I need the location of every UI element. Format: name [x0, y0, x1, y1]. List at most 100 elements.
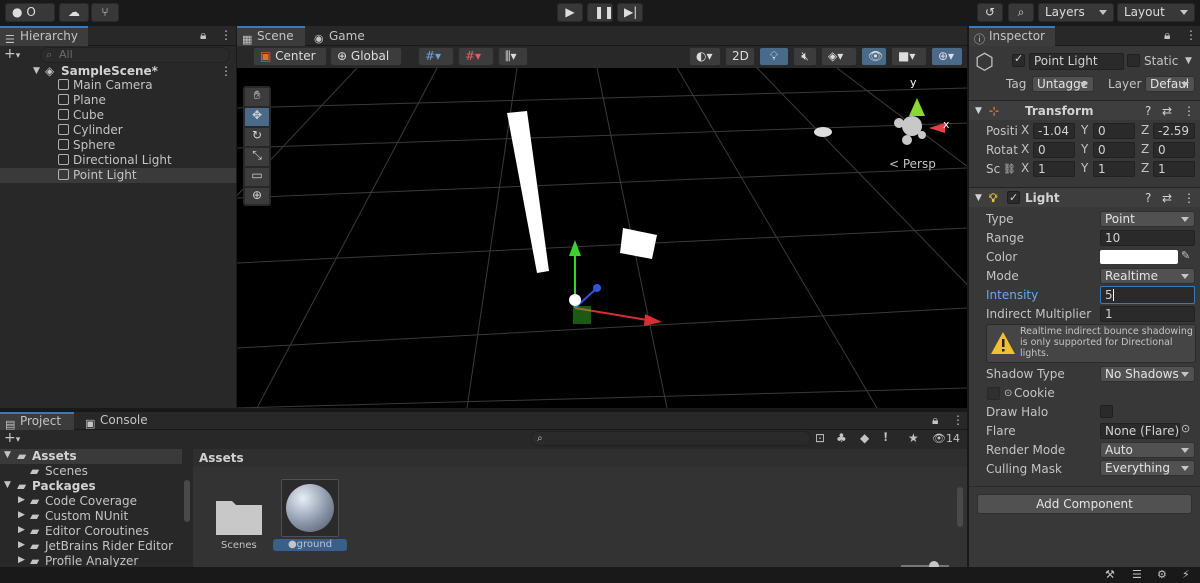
mode-dropdown[interactable]: Realtime: [1100, 268, 1195, 284]
hierarchy-item-plane[interactable]: Plane: [0, 93, 236, 108]
debug-icon[interactable]: ⚙: [1157, 568, 1167, 581]
preset-icon[interactable]: ⇄: [1162, 101, 1172, 121]
audio-toggle[interactable]: 🔇︎: [793, 47, 817, 66]
tree-item-code-coverage[interactable]: ▶ ▰ Code Coverage: [0, 494, 182, 509]
tree-item-editor-coroutines[interactable]: ▶ ▰ Editor Coroutines: [0, 524, 182, 539]
step-button[interactable]: ▶|: [617, 3, 643, 22]
scale-y-field[interactable]: 1: [1093, 161, 1135, 177]
shadow-type-dropdown[interactable]: No Shadows: [1100, 366, 1195, 382]
draw-halo-checkbox[interactable]: [1100, 405, 1113, 418]
caret-down-icon[interactable]: ▼: [975, 101, 982, 121]
caret-right-icon[interactable]: ▶: [18, 555, 25, 565]
lock-icon[interactable]: 🔒︎: [932, 413, 938, 428]
layout-dropdown[interactable]: Layout: [1117, 3, 1195, 22]
link-icon[interactable]: ⛓: [1003, 161, 1016, 178]
visibility-toggle[interactable]: 👁︎: [861, 47, 887, 66]
camera-dropdown[interactable]: ■▾: [891, 47, 927, 66]
tab-game[interactable]: ◉ Game: [309, 26, 371, 46]
object-name-field[interactable]: Point Light: [1029, 53, 1124, 70]
tree-item-jetbrains-rider-editor[interactable]: ▶ ▰ JetBrains Rider Editor: [0, 539, 182, 554]
rotation-x-field[interactable]: 0: [1033, 142, 1075, 158]
scale-z-field[interactable]: 1: [1153, 161, 1195, 177]
scene-view[interactable]: ▦ Scene ◉ Game ▣ Center ⊕ Global #▾ #▾ ⫼…: [237, 26, 967, 408]
tree-item-scenes[interactable]: ▰ Scenes: [0, 464, 182, 479]
tab-project[interactable]: ▤ Project: [0, 412, 74, 431]
caret-right-icon[interactable]: ▶: [18, 525, 25, 535]
light-enabled-checkbox[interactable]: ✓: [1007, 191, 1020, 204]
add-object-button[interactable]: +▾: [4, 47, 34, 63]
more-icon[interactable]: ⋮: [952, 413, 964, 427]
perspective-label[interactable]: < Persp: [889, 157, 936, 171]
effects-dropdown[interactable]: ◈▾: [821, 47, 857, 66]
flare-field[interactable]: None (Flare): [1100, 423, 1180, 439]
intensity-field[interactable]: 5: [1100, 286, 1195, 304]
orientation-gizmo[interactable]: [894, 98, 945, 145]
tree-item-packages[interactable]: ▼ ▰ Packages: [0, 479, 182, 494]
rotation-z-field[interactable]: 0: [1153, 142, 1195, 158]
pivot-rotation-dropdown[interactable]: ⊕ Global: [330, 47, 402, 66]
align-button[interactable]: ⫼▾: [498, 47, 528, 66]
lighting-toggle[interactable]: 💡︎: [759, 47, 789, 66]
active-checkbox[interactable]: ✓: [1012, 52, 1025, 67]
lock-icon[interactable]: 🔒︎: [200, 28, 206, 43]
tab-scene[interactable]: ▦ Scene: [237, 26, 305, 46]
more-icon[interactable]: ⋮: [220, 64, 232, 79]
eyedropper-icon[interactable]: ✎: [1181, 249, 1190, 262]
scene-row[interactable]: ▼ ◈ SampleScene* ⋮: [0, 64, 236, 79]
asset-scenes[interactable]: Scenes: [211, 487, 267, 551]
rotation-label[interactable]: Rotati: [986, 142, 1018, 159]
layer-dropdown[interactable]: Defaul: [1145, 76, 1195, 92]
caret-down-icon[interactable]: ▼: [975, 188, 982, 208]
tab-inspector[interactable]: ⓘ Inspector: [969, 26, 1055, 46]
more-icon[interactable]: ⋮: [220, 28, 232, 42]
tab-hierarchy[interactable]: ☰ Hierarchy: [0, 26, 88, 46]
rect-tool-button[interactable]: ▭: [245, 168, 269, 186]
more-icon[interactable]: ⋮: [1185, 28, 1197, 42]
more-icon[interactable]: ⋮: [1183, 188, 1195, 208]
account-dropdown[interactable]: ● O: [5, 3, 55, 22]
project-search-input[interactable]: ⌕: [531, 431, 811, 446]
cache-server-icon[interactable]: ☰: [1132, 568, 1142, 581]
create-asset-button[interactable]: +▾: [4, 431, 34, 447]
hierarchy-item-cube[interactable]: Cube: [0, 108, 236, 123]
hand-tool-button[interactable]: ✋︎: [245, 88, 269, 106]
caret-down-icon[interactable]: ▼: [4, 480, 11, 490]
lock-icon[interactable]: 🔒︎: [1164, 28, 1170, 43]
color-swatch[interactable]: [1100, 250, 1178, 264]
cloud-button[interactable]: ☁: [59, 3, 89, 22]
favorite-star-icon[interactable]: ★: [908, 431, 919, 445]
alert-icon[interactable]: ❗︎: [884, 430, 887, 445]
caret-down-icon[interactable]: ▼: [33, 64, 40, 79]
caret-down-icon[interactable]: ▼: [4, 450, 11, 460]
indirect-multiplier-field[interactable]: 1: [1100, 306, 1195, 322]
scale-label[interactable]: Sc: [986, 161, 1004, 178]
caret-right-icon[interactable]: ▶: [18, 540, 25, 550]
hierarchy-item-point-light[interactable]: Point Light: [0, 168, 236, 183]
move-tool-button[interactable]: ✥: [245, 108, 269, 126]
scale-tool-button[interactable]: ⤡: [245, 148, 269, 166]
auto-generate-lighting-icon[interactable]: ⚒: [1105, 568, 1115, 581]
play-button[interactable]: ▶: [557, 3, 583, 22]
collab-button[interactable]: ⑂: [91, 3, 119, 22]
search-button[interactable]: ⌕: [1008, 3, 1034, 22]
more-icon[interactable]: ⋮: [1183, 101, 1195, 121]
label-icon[interactable]: ◆: [860, 431, 869, 445]
asset-grid-scrollbar[interactable]: [957, 487, 963, 527]
search-by-type-icon[interactable]: ⊡: [815, 431, 825, 445]
breadcrumb-assets[interactable]: Assets: [199, 451, 244, 465]
hierarchy-item-directional-light[interactable]: Directional Light: [0, 153, 236, 168]
add-component-button[interactable]: Add Component: [977, 494, 1192, 514]
tag-dropdown[interactable]: Untagge: [1032, 76, 1094, 92]
grid-snap-button[interactable]: #▾: [418, 47, 454, 66]
hierarchy-item-main-camera[interactable]: Main Camera: [0, 78, 236, 93]
pivot-mode-dropdown[interactable]: ▣ Center: [253, 47, 327, 66]
cookie-foldout-checkbox[interactable]: [987, 387, 1000, 400]
hierarchy-search-input[interactable]: ⌕ All: [40, 47, 230, 63]
history-button[interactable]: ↺: [977, 3, 1003, 22]
transform-tool-button[interactable]: ⊕: [245, 188, 269, 204]
tab-console[interactable]: ▣ Console: [80, 412, 152, 430]
rotate-tool-button[interactable]: ↻: [245, 128, 269, 146]
chevron-down-icon[interactable]: ▼: [1185, 56, 1192, 66]
gizmos-dropdown[interactable]: ⊕▾: [931, 47, 963, 66]
increment-snap-button[interactable]: #▾: [458, 47, 494, 66]
